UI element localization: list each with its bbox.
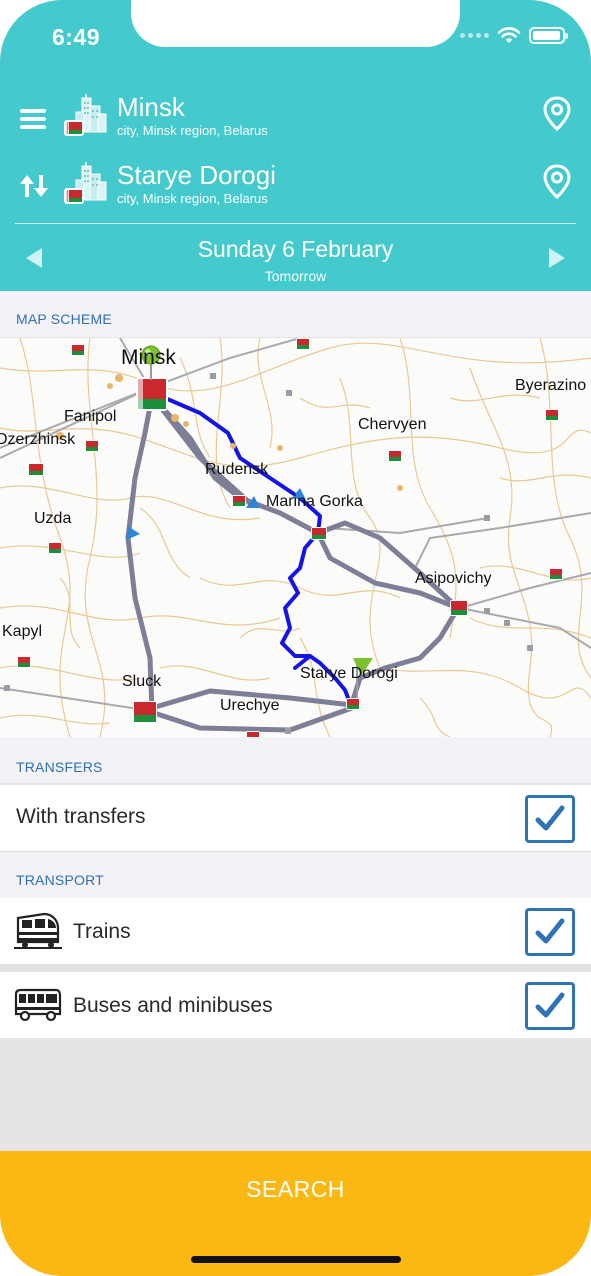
to-row[interactable]: Starye Dorogi city, Minsk region, Belaru… [0,156,591,216]
city-icon [64,162,107,204]
map-label: Kapyl [2,623,42,640]
status-time: 6:49 [52,24,101,50]
city-icon [64,94,107,136]
wifi-icon [497,27,521,43]
header-divider [15,223,576,224]
with-transfers-checkbox[interactable] [525,795,575,843]
route-header: 6:49 Minsk city, Minsk region, Belarus S… [0,0,591,291]
with-transfers-label: With transfers [16,805,146,828]
row-separator [0,964,591,965]
map-label: Starye Dorogi [300,665,398,682]
checkmark-icon [535,918,565,944]
to-city-name: Starye Dorogi [117,160,276,190]
from-city-name: Minsk [117,92,185,122]
transfers-section-title: TRANSFERS [16,759,103,775]
trains-checkbox[interactable] [525,908,575,956]
transport-section-title: TRANSPORT [16,872,104,888]
train-icon [14,912,62,949]
bus-icon [14,988,62,1022]
date-label[interactable]: Sunday 6 February [0,236,591,263]
date-relative-label: Tomorrow [264,268,327,284]
map-label: Sluck [122,673,162,690]
transport-section-header: TRANSPORT [0,852,591,898]
next-day-arrow-icon[interactable] [548,247,566,269]
menu-icon[interactable] [20,109,46,129]
buses-checkbox[interactable] [525,982,575,1030]
location-pin-icon[interactable] [543,96,571,132]
from-row[interactable]: Minsk city, Minsk region, Belarus [0,88,591,148]
checkmark-icon [535,992,565,1018]
checkmark-icon [535,805,565,831]
with-transfers-row[interactable]: With transfers [0,785,591,851]
location-pin-icon[interactable] [543,164,571,200]
device-notch [131,0,460,47]
map-label: Dzerzhinsk [0,431,76,448]
map-label: Chervyen [358,416,426,433]
map-label: Byerazino [515,377,586,394]
battery-icon [529,26,568,44]
transfers-section-header: TRANSFERS [0,737,591,783]
status-icons [460,26,568,44]
map-label: Marina Gorka [266,493,363,510]
map-label: Uzda [34,510,71,527]
from-city-details: city, Minsk region, Belarus [117,123,268,138]
map-label: Rudensk [205,461,269,478]
home-indicator[interactable] [191,1256,401,1263]
empty-area [0,1039,591,1151]
map-section-header: MAP SCHEME [0,291,591,337]
transport-label: Buses and minibuses [73,994,273,1017]
transport-label: Trains [73,920,131,943]
signal-icon [460,32,489,38]
map-label: Fanipol [64,408,116,425]
to-city-details: city, Minsk region, Belarus [117,191,268,206]
app-screen: 6:49 Minsk city, Minsk region, Belarus S… [0,0,591,1276]
trains-row[interactable]: Trains [0,898,591,964]
map-canvas: Minsk Fanipol Dzerzhinsk Uzda Rudensk Ma… [0,338,591,737]
route-map[interactable]: Minsk Fanipol Dzerzhinsk Uzda Rudensk Ma… [0,338,591,737]
buses-row[interactable]: Buses and minibuses [0,972,591,1038]
map-label: Minsk [121,346,176,369]
map-label: Urechye [220,697,280,714]
map-section-title: MAP SCHEME [16,311,112,327]
map-label: Asipovichy [415,570,491,587]
swap-icon[interactable] [18,174,50,198]
search-button-label: SEARCH [246,1176,345,1202]
date-selector: Sunday 6 February Tomorrow [0,228,591,288]
